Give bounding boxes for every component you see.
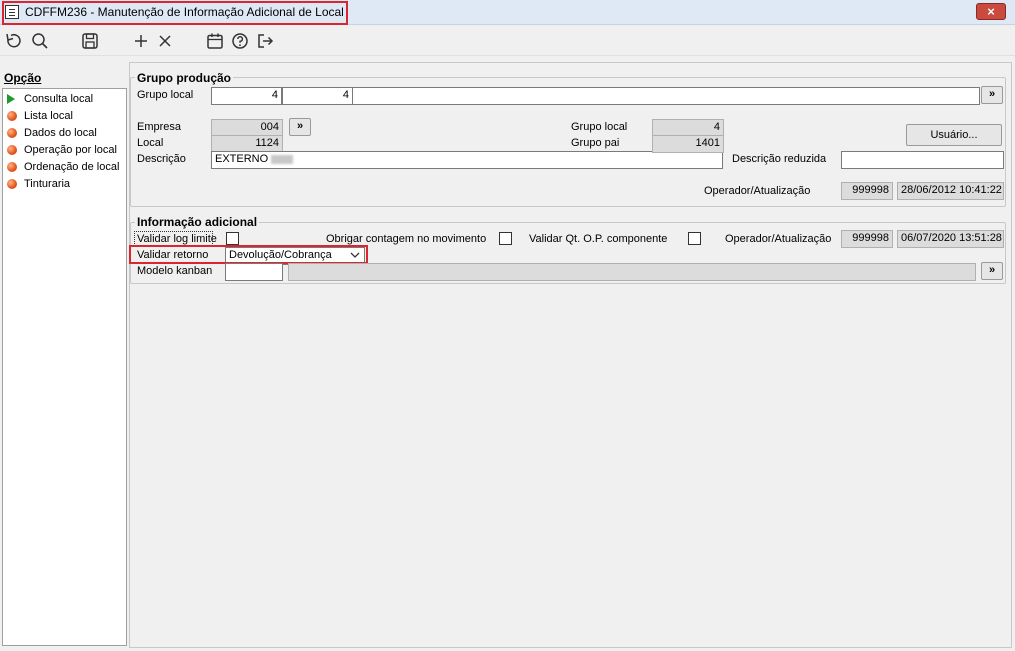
sidebar-item-label: Tinturaria bbox=[24, 178, 71, 190]
close-button[interactable]: × bbox=[976, 3, 1006, 20]
title-highlight-box bbox=[2, 1, 348, 25]
modelo-kanban-lookup-button[interactable]: » bbox=[981, 262, 1003, 280]
sidebar-item-label: Lista local bbox=[24, 110, 73, 122]
atualizacao-2-field: 06/07/2020 13:51:28 bbox=[897, 230, 1004, 248]
redacted-text bbox=[271, 154, 294, 164]
operador-atualizacao-2-label: Operador/Atualização bbox=[725, 233, 832, 245]
play-icon bbox=[7, 94, 15, 104]
obrigar-contagem-checkbox[interactable] bbox=[499, 232, 512, 245]
search-icon[interactable] bbox=[30, 31, 50, 51]
modelo-kanban-description bbox=[288, 263, 976, 281]
grupo-local-label: Grupo local bbox=[137, 89, 194, 101]
obrigar-contagem-label: Obrigar contagem no movimento bbox=[326, 233, 487, 245]
descricao-field[interactable]: EXTERNO bbox=[211, 151, 723, 169]
bullet-icon bbox=[7, 128, 17, 138]
atualizacao-field: 28/06/2012 10:41:22 bbox=[897, 182, 1004, 200]
validar-log-limite-checkbox[interactable] bbox=[226, 232, 239, 245]
descricao-label: Descrição bbox=[137, 153, 186, 165]
operador-atualizacao-label: Operador/Atualização bbox=[704, 185, 811, 197]
validar-qt-op-label: Validar Qt. O.P. componente bbox=[529, 233, 668, 245]
descricao-reduzida-field[interactable] bbox=[841, 151, 1004, 169]
empresa-lookup-button[interactable]: » bbox=[289, 118, 311, 136]
grupo-local-field-1[interactable]: 4 bbox=[211, 87, 282, 105]
grupo-pai-field: 1401 bbox=[652, 135, 724, 153]
focus-rect bbox=[134, 231, 213, 246]
add-icon[interactable] bbox=[131, 31, 151, 51]
calendar-icon[interactable] bbox=[205, 31, 225, 51]
sidebar-item-label: Consulta local bbox=[24, 93, 94, 105]
bullet-icon bbox=[7, 145, 17, 155]
modelo-kanban-label: Modelo kanban bbox=[137, 265, 213, 277]
operador-2-field: 999998 bbox=[841, 230, 893, 248]
descricao-value: EXTERNO bbox=[215, 153, 269, 165]
usuario-button[interactable]: Usuário... bbox=[906, 124, 1002, 146]
grupo-pai-label: Grupo pai bbox=[571, 137, 620, 149]
grupo-local-2-label: Grupo local bbox=[571, 121, 628, 133]
modelo-kanban-field[interactable] bbox=[225, 263, 283, 281]
grupo-producao-title: Grupo produção bbox=[135, 71, 233, 85]
help-icon[interactable] bbox=[230, 31, 250, 51]
empresa-label: Empresa bbox=[137, 121, 182, 133]
sidebar-item-label: Dados do local bbox=[24, 127, 97, 139]
bullet-icon bbox=[7, 162, 17, 172]
bullet-icon bbox=[7, 179, 17, 189]
sidebar-heading: Opção bbox=[4, 71, 42, 85]
grupo-local-field-2[interactable]: 4 bbox=[282, 87, 353, 105]
sidebar: Consulta local Lista local Dados do loca… bbox=[2, 88, 127, 646]
grupo-local-lookup-button[interactable]: » bbox=[981, 86, 1003, 104]
save-icon[interactable] bbox=[80, 31, 100, 51]
toolbar bbox=[0, 26, 1015, 56]
info-adicional-title: Informação adicional bbox=[135, 215, 260, 229]
sidebar-item-label: Operação por local bbox=[24, 144, 117, 156]
refresh-icon[interactable] bbox=[4, 31, 24, 51]
bullet-icon bbox=[7, 111, 17, 121]
local-label: Local bbox=[137, 137, 164, 149]
grupo-local-description bbox=[353, 87, 980, 105]
validar-qt-op-checkbox[interactable] bbox=[688, 232, 701, 245]
validar-retorno-highlight-box bbox=[129, 245, 368, 264]
sidebar-item-label: Ordenação de local bbox=[24, 161, 120, 173]
descricao-reduzida-label: Descrição reduzida bbox=[732, 153, 827, 165]
cancel-icon[interactable] bbox=[155, 31, 175, 51]
operador-field: 999998 bbox=[841, 182, 893, 200]
exit-icon[interactable] bbox=[255, 31, 275, 51]
